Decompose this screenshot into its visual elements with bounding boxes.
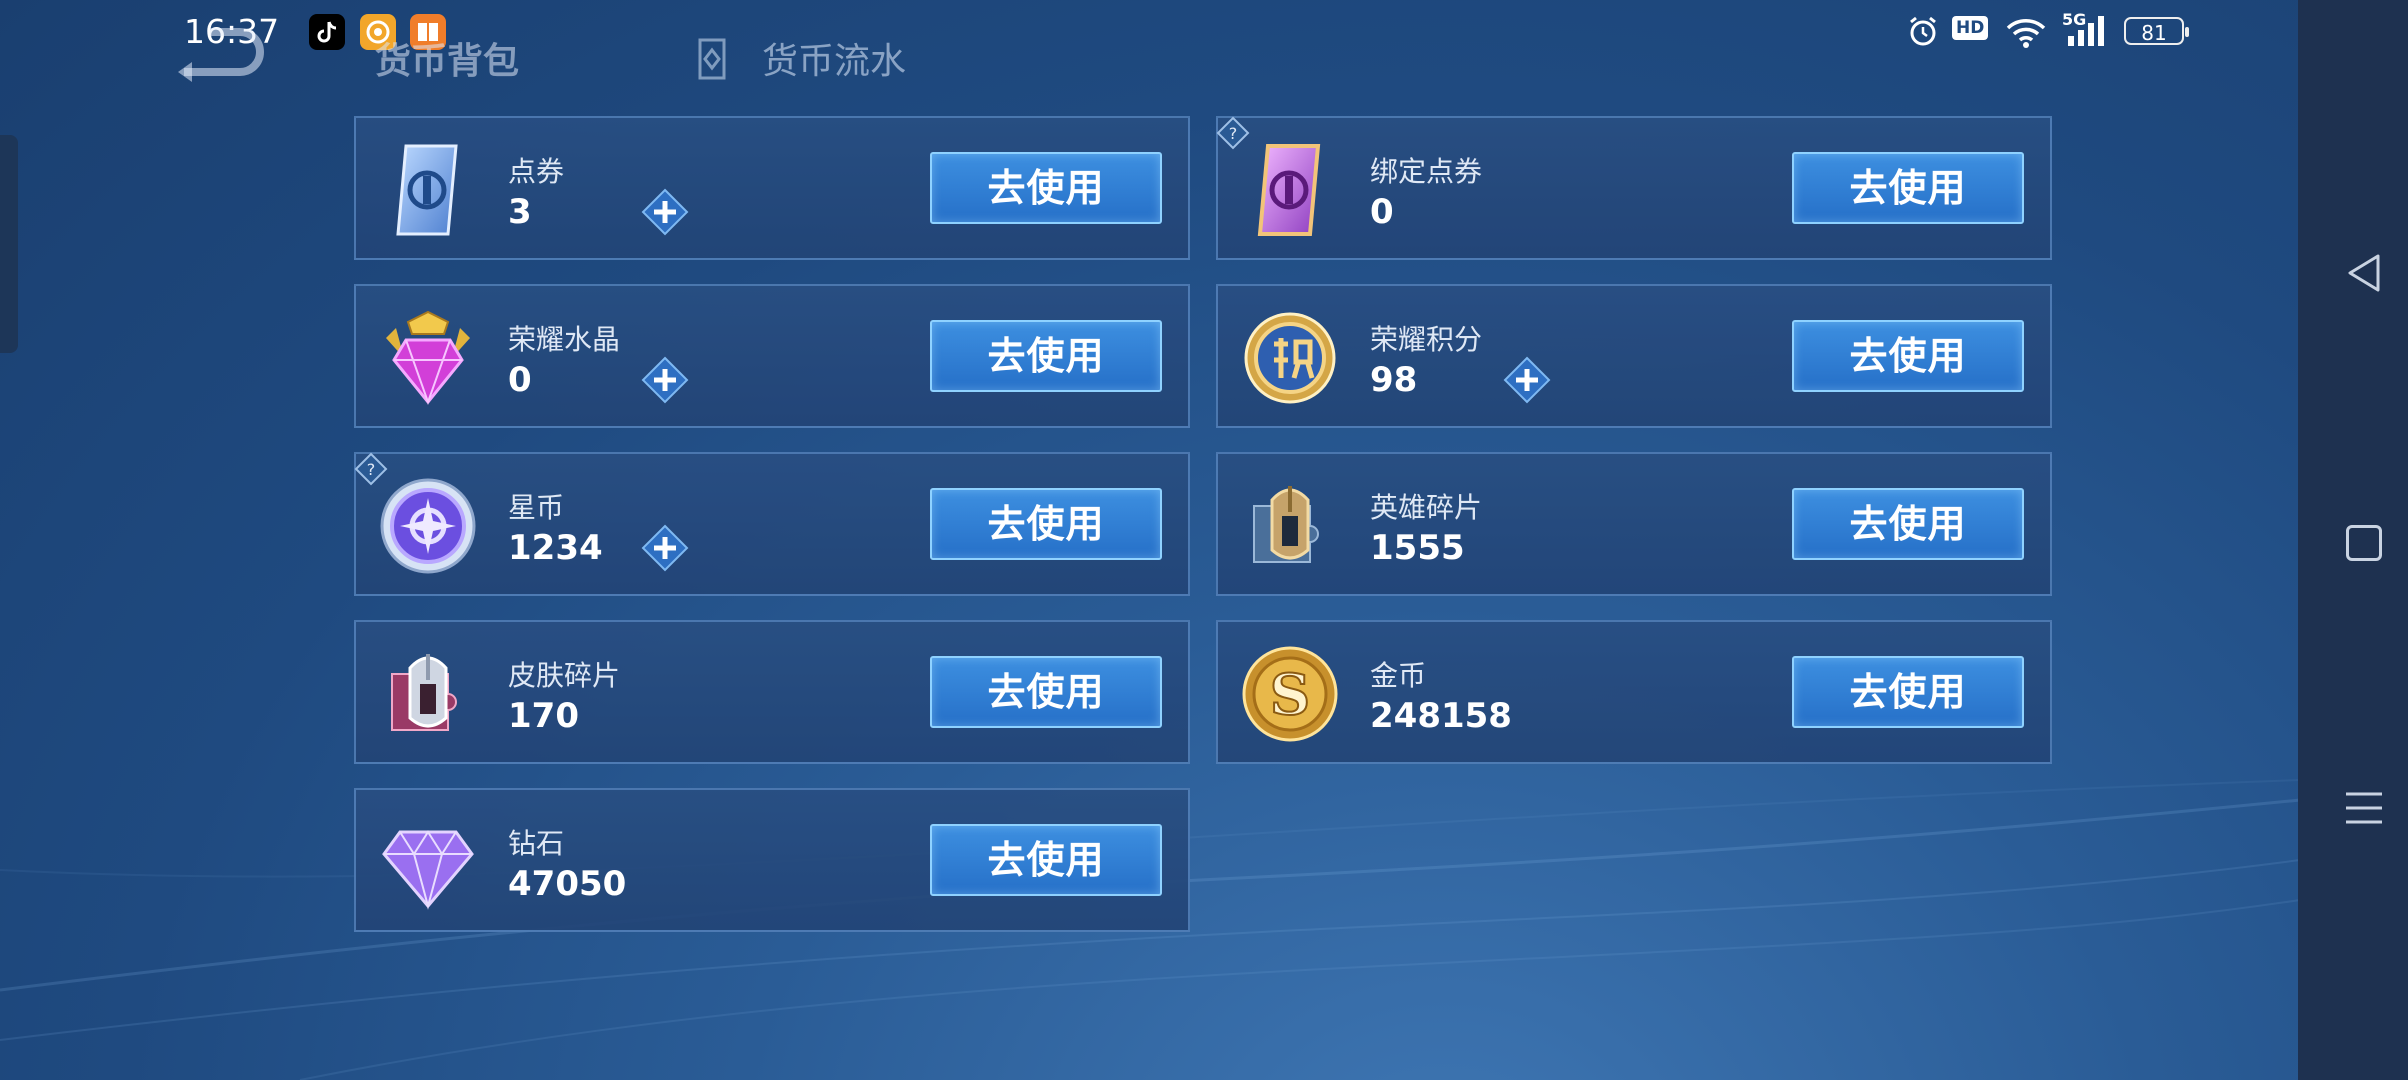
skin-fragment-icon — [391, 654, 457, 731]
nav-back-icon[interactable] — [2344, 252, 2384, 294]
status-bar: 16:37 HD 5G 81 — [0, 0, 2300, 62]
use-bound-voucher-button[interactable]: 去使用 — [1792, 152, 2024, 224]
gold-coin-icon: S — [1242, 646, 1338, 742]
hero-fragment-icon — [1253, 486, 1319, 563]
battery-indicator: 81 — [2124, 17, 2189, 45]
currency-card-skin-fragment: 皮肤碎片 170 去使用 — [354, 620, 1190, 764]
nav-recents-icon[interactable] — [2344, 788, 2384, 828]
ticket-tab-icon — [698, 38, 726, 80]
currency-card-glory-points: 荣耀积分 98 去使用 — [1216, 284, 2052, 428]
use-gold-coin-button[interactable]: 去使用 — [1792, 656, 2024, 728]
currency-value: 170 — [508, 696, 579, 736]
use-star-coin-button[interactable]: 去使用 — [930, 488, 1162, 560]
currency-name: 星币 — [508, 491, 565, 524]
currency-name: 点券 — [508, 155, 565, 188]
add-star-coin-button[interactable] — [641, 524, 689, 572]
side-drawer-handle[interactable] — [0, 135, 18, 353]
currency-value: 0 — [1370, 192, 1394, 232]
currency-value: 1234 — [508, 528, 603, 568]
star-coin-icon — [380, 478, 476, 574]
currency-value: 47050 — [508, 864, 627, 904]
hd-badge: HD — [1952, 16, 1989, 40]
currency-name: 绑定点券 — [1370, 155, 1483, 188]
use-glory-points-button[interactable]: 去使用 — [1792, 320, 2024, 392]
points-coin-icon — [1244, 312, 1336, 404]
alarm-icon — [1910, 16, 1936, 46]
currency-name: 英雄碎片 — [1370, 491, 1483, 524]
nav-home-icon[interactable] — [2346, 525, 2382, 561]
svg-text:?: ? — [367, 460, 376, 479]
currency-card-hero-fragment: 英雄碎片 1555 去使用 — [1216, 452, 2052, 596]
signal-icon — [2068, 16, 2104, 46]
currency-card-diamond: 钻石 47050 去使用 — [354, 788, 1190, 932]
svg-text:?: ? — [1229, 124, 1238, 143]
tiktok-notification-icon — [309, 14, 345, 50]
currency-card-star-coin: ? 星币 1234 去使用 — [354, 452, 1190, 596]
use-glory-crystal-button[interactable]: 去使用 — [930, 320, 1162, 392]
diamond-icon — [382, 830, 474, 910]
currency-name: 钻石 — [508, 827, 565, 860]
currency-card-glory-crystal: 荣耀水晶 0 去使用 — [354, 284, 1190, 428]
add-glory-points-button[interactable] — [1503, 356, 1551, 404]
use-skin-fragment-button[interactable]: 去使用 — [930, 656, 1162, 728]
currency-name: 皮肤碎片 — [508, 659, 621, 692]
currency-card-bound-voucher: ? 绑定点券 0 去使用 — [1216, 116, 2052, 260]
currency-value: 248158 — [1370, 696, 1512, 736]
currency-card-voucher: 点券 3 去使用 — [354, 116, 1190, 260]
currency-card-gold-coin: S 金币 248158 去使用 — [1216, 620, 2052, 764]
wifi-icon — [2006, 19, 2046, 48]
currency-value: 1555 — [1370, 528, 1465, 568]
currency-name: 荣耀积分 — [1370, 323, 1483, 356]
currency-value: 98 — [1370, 360, 1418, 400]
tab-currency-flow[interactable]: 货币流水 — [762, 32, 906, 84]
add-voucher-button[interactable] — [641, 188, 689, 236]
use-diamond-button[interactable]: 去使用 — [930, 824, 1162, 896]
use-hero-fragment-button[interactable]: 去使用 — [1792, 488, 2024, 560]
ticket-blue-icon — [396, 144, 458, 236]
back-arrow-icon[interactable] — [170, 22, 266, 82]
ticket-purple-icon — [1257, 144, 1321, 236]
currency-value: 0 — [508, 360, 532, 400]
currency-name: 荣耀水晶 — [508, 323, 621, 356]
crystal-icon — [386, 310, 470, 405]
svg-text:S: S — [1270, 662, 1310, 728]
currency-name: 金币 — [1370, 659, 1427, 692]
use-voucher-button[interactable]: 去使用 — [930, 152, 1162, 224]
tab-currency-bag[interactable]: 货币背包 — [375, 32, 519, 84]
currency-value: 3 — [508, 192, 532, 232]
add-glory-crystal-button[interactable] — [641, 356, 689, 404]
